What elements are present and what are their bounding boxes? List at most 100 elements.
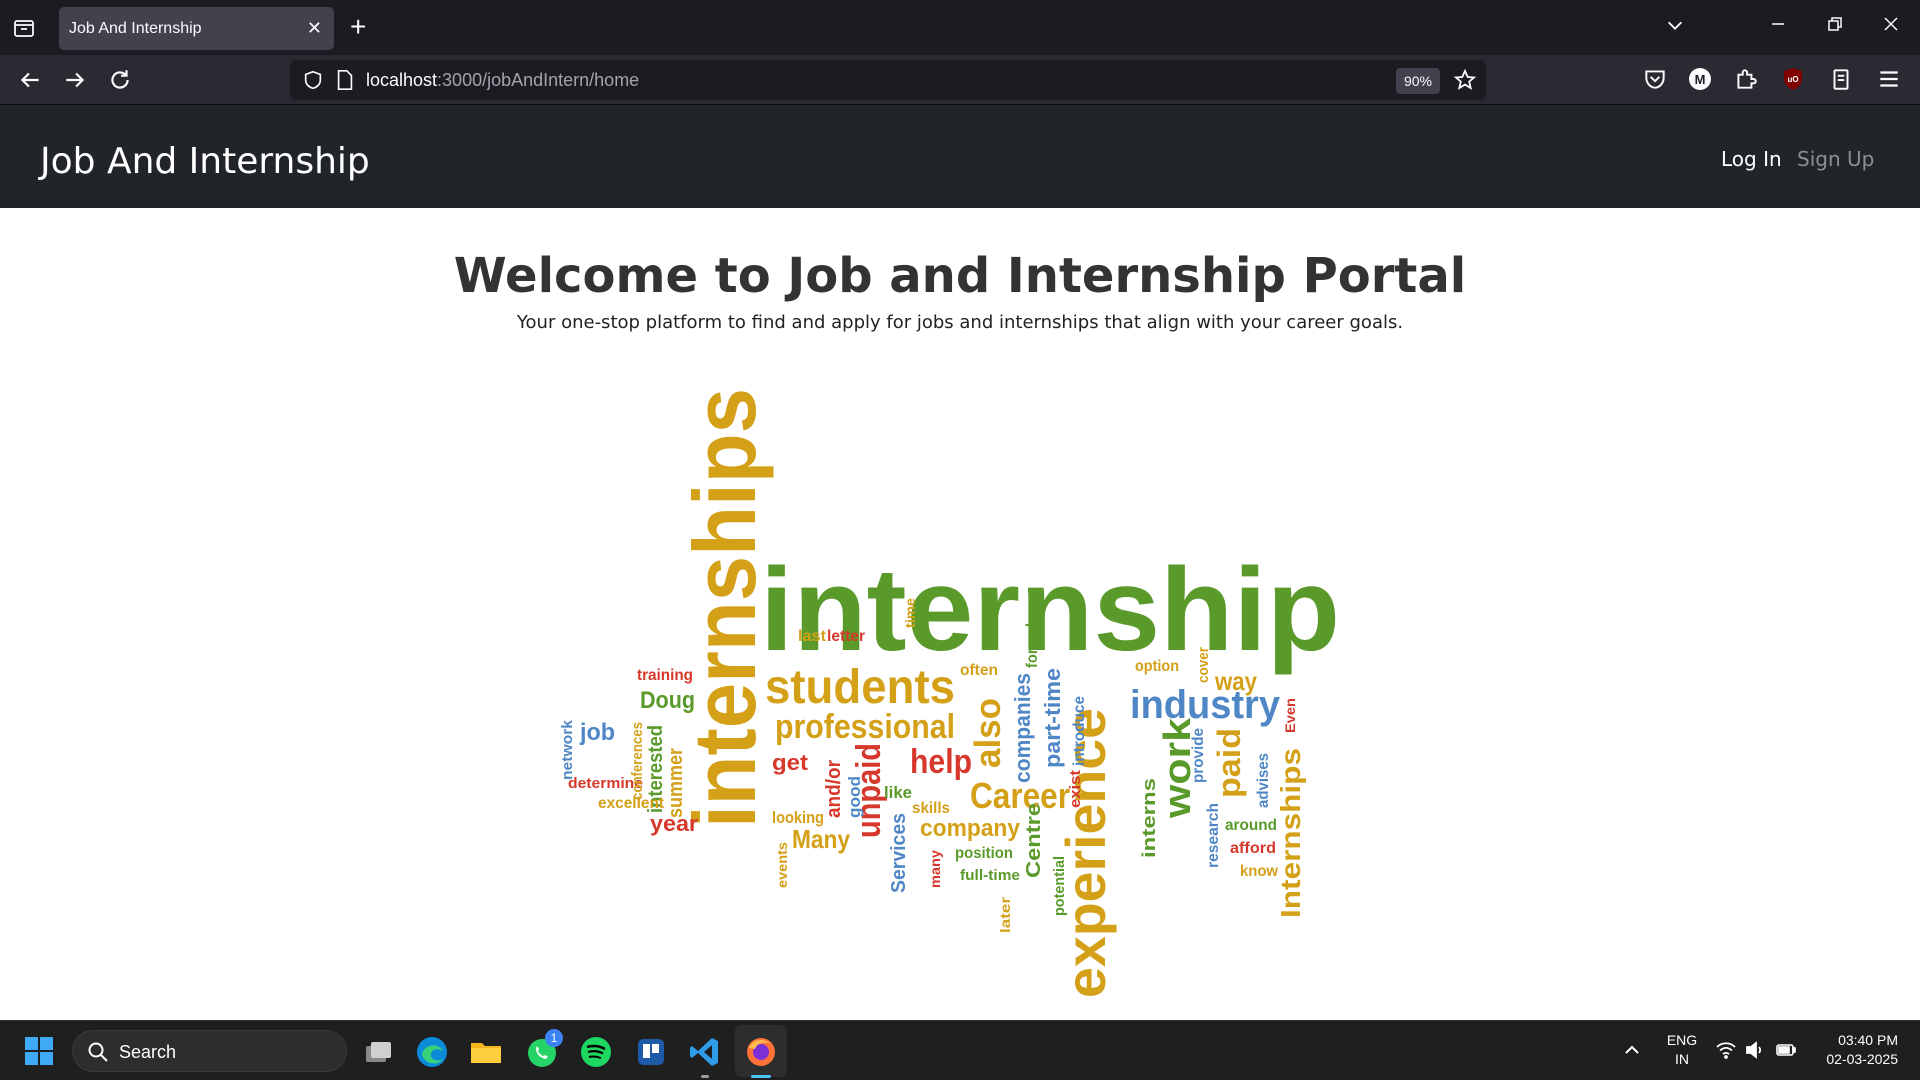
tab-list-icon[interactable] — [12, 16, 36, 40]
page-title: Welcome to Job and Internship Portal — [453, 248, 1467, 304]
search-icon — [88, 1042, 108, 1062]
windows-start-icon[interactable] — [24, 1036, 54, 1066]
clock-time: 03:40 PM — [1838, 1032, 1898, 1048]
tray-overflow-chevron-icon[interactable] — [1623, 1041, 1641, 1059]
wc-word: Many — [792, 824, 850, 854]
language-code: ENG — [1666, 1032, 1698, 1048]
wc-word: companies — [1010, 673, 1035, 783]
browser-tab-active[interactable]: Job And Internship ✕ — [59, 7, 334, 50]
tab-title: Job And Internship — [69, 20, 202, 37]
wifi-icon[interactable] — [1716, 1041, 1736, 1059]
tab-close-icon[interactable]: ✕ — [307, 7, 322, 50]
main-content: Welcome to Job and Internship Portal You… — [0, 208, 1920, 1020]
taskbar-search-box[interactable]: Search — [72, 1030, 347, 1072]
wc-word: network — [559, 719, 576, 780]
login-link[interactable]: Log In — [1721, 147, 1782, 171]
internship-word-cloud-image: internship internships experience studen… — [559, 388, 1340, 998]
wc-word: afford — [1230, 840, 1276, 857]
wc-word: Doug — [640, 687, 695, 714]
reload-icon[interactable] — [107, 67, 133, 93]
url-host: localhost — [366, 70, 438, 90]
bookmark-star-icon[interactable] — [1453, 68, 1477, 92]
clock-date: 02-03-2025 — [1826, 1051, 1898, 1067]
wc-word: research — [1205, 803, 1222, 868]
wc-word: internship — [760, 544, 1340, 676]
extensions-puzzle-icon[interactable] — [1733, 66, 1759, 92]
region-code: IN — [1675, 1051, 1689, 1067]
wc-word: company — [920, 815, 1021, 842]
pocket-icon[interactable] — [1642, 66, 1668, 92]
forward-icon[interactable] — [62, 67, 88, 93]
wc-word: potential — [1051, 856, 1068, 916]
vscode-icon[interactable] — [687, 1034, 723, 1070]
close-window-icon[interactable] — [1881, 14, 1901, 34]
battery-icon[interactable] — [1775, 1041, 1797, 1059]
new-tab-button[interactable]: + — [350, 12, 366, 42]
firefox-icon[interactable] — [743, 1034, 779, 1070]
app-header: Job And Internship Log In Sign Up — [0, 105, 1920, 208]
volume-icon[interactable] — [1745, 1041, 1765, 1059]
search-label: Search — [119, 1042, 177, 1062]
wc-word: cover — [1195, 647, 1212, 683]
wc-word: advises — [1255, 753, 1272, 808]
tracking-protection-shield-icon[interactable] — [302, 69, 324, 91]
whatsapp-notification-badge: 1 — [545, 1029, 563, 1047]
tab-overflow-chevron-icon[interactable] — [1664, 14, 1686, 36]
wc-word: Services — [888, 813, 910, 893]
wc-word: around — [1225, 817, 1277, 834]
wc-word: paid — [1211, 728, 1247, 798]
wc-word: letter — [827, 628, 865, 645]
wc-word: position — [955, 845, 1013, 862]
minimize-icon[interactable] — [1768, 14, 1788, 34]
trello-style-app-icon[interactable] — [633, 1034, 669, 1070]
wc-word: help — [910, 743, 972, 781]
url-path: :3000/jobAndIntern/home — [437, 70, 640, 90]
wc-word: looking — [772, 808, 824, 827]
wc-word: later — [997, 896, 1013, 933]
account-m-icon[interactable]: M — [1687, 66, 1713, 92]
wc-word: option — [1135, 658, 1179, 675]
wc-word: training — [637, 667, 693, 684]
back-icon[interactable] — [17, 67, 43, 93]
reader-sidebar-icon[interactable] — [1828, 66, 1854, 92]
signup-link[interactable]: Sign Up — [1797, 147, 1874, 171]
wc-word: summer — [665, 748, 687, 818]
url-bar[interactable]: localhost:3000/jobAndIntern/home 90% — [290, 60, 1486, 100]
vscode-running-indicator — [701, 1075, 709, 1078]
wc-word: professional — [775, 708, 955, 746]
wc-word: and/or — [823, 760, 845, 818]
wc-word: provide — [1190, 728, 1207, 783]
ublock-origin-icon[interactable]: uO — [1780, 66, 1806, 92]
wc-word: Centre — [1023, 803, 1045, 878]
restore-icon[interactable] — [1825, 14, 1845, 34]
wc-word: also — [967, 698, 1008, 768]
task-view-icon[interactable] — [360, 1034, 396, 1070]
wc-word: like — [884, 783, 912, 802]
brand-title[interactable]: Job And Internship — [40, 141, 370, 182]
wc-word: exist — [1067, 770, 1084, 808]
wc-word: last — [798, 628, 827, 645]
hamburger-menu-icon[interactable] — [1876, 66, 1902, 92]
browser-tab-strip: Job And Internship ✕ + — [0, 0, 1920, 55]
wc-word: good — [845, 776, 864, 818]
clock[interactable]: 03:40 PM 02-03-2025 — [1810, 1031, 1898, 1069]
zoom-level-badge[interactable]: 90% — [1396, 68, 1440, 94]
page-subtitle: Your one-stop platform to find and apply… — [516, 312, 1404, 333]
file-explorer-icon[interactable] — [468, 1034, 504, 1070]
wc-word: Internships — [1275, 748, 1306, 918]
wc-word: skills — [912, 800, 950, 817]
page-info-icon[interactable] — [335, 69, 355, 91]
spotify-icon[interactable] — [578, 1034, 614, 1070]
url-text[interactable]: localhost:3000/jobAndIntern/home — [366, 70, 639, 91]
wc-word: interns — [1139, 778, 1159, 858]
language-indicator[interactable]: ENG IN — [1665, 1031, 1699, 1069]
firefox-running-indicator — [751, 1075, 771, 1078]
wc-word: often — [960, 662, 998, 679]
wc-word: job — [579, 719, 615, 746]
wc-word: know — [1240, 863, 1279, 880]
wc-word: industry — [1130, 683, 1281, 727]
edge-browser-icon[interactable] — [414, 1034, 450, 1070]
wc-word: many — [927, 850, 943, 888]
wc-word: introduce — [1071, 696, 1088, 766]
wc-word: internships — [675, 388, 774, 828]
